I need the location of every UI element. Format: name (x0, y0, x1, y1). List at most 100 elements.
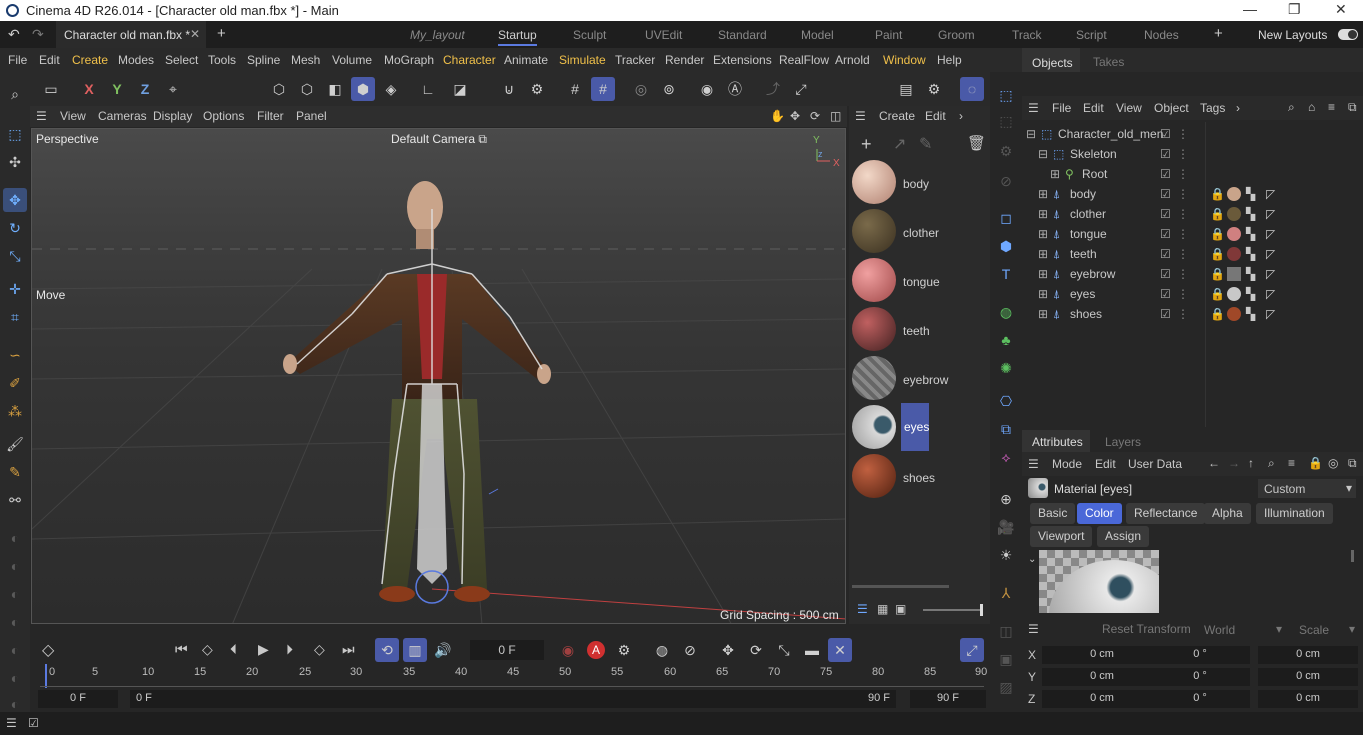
checker-tag-icon[interactable]: ▚ (1246, 267, 1255, 281)
lock-icon[interactable]: 🔒 (1210, 307, 1225, 321)
layout-tab[interactable]: Standard (718, 28, 767, 42)
close-tab-icon[interactable]: ✕ (190, 27, 200, 41)
texture-mode-icon[interactable]: ◈ (379, 77, 403, 101)
tree-row-eyes[interactable]: ⊞ ⍋ eyes ☑ ⋮ 🔒 ▚ ◸ (1022, 283, 1363, 303)
search-icon[interactable]: ⌕ (3, 82, 27, 106)
horizontal-scrollbar[interactable] (852, 585, 949, 588)
export-icon[interactable]: ⤢ (789, 77, 813, 101)
menu-mesh[interactable]: Mesh (291, 53, 320, 67)
tree-row-clother[interactable]: ⊞ ⍋ clother ☑ ⋮ 🔒 ▚ ◸ (1022, 203, 1363, 223)
tab-layers[interactable]: Layers (1105, 435, 1141, 449)
tab-illumination[interactable]: Illumination (1256, 503, 1333, 524)
uvw-tag-icon[interactable]: ◸ (1266, 227, 1275, 241)
menu-tools[interactable]: Tools (208, 53, 236, 67)
axis-mode-icon[interactable]: ∟ (416, 77, 440, 101)
key-pla-icon[interactable]: ✕ (828, 638, 852, 662)
menu-file[interactable]: File (8, 53, 27, 67)
menu-arnold[interactable]: Arnold (835, 53, 870, 67)
scene-icon[interactable]: ⧉ (995, 418, 1017, 440)
enable-snap-icon[interactable]: # (591, 77, 615, 101)
search-icon[interactable]: ⌕ (1288, 100, 1295, 115)
expand-icon[interactable]: ⊞ (1038, 267, 1048, 281)
new-window-icon[interactable]: ⧉ (1348, 100, 1357, 115)
maximize-icon[interactable]: ❐ (1288, 1, 1301, 18)
layout-tab[interactable]: UVEdit (645, 28, 682, 42)
objects-menu-view[interactable]: View (1116, 101, 1142, 115)
material-tag-icon[interactable] (1227, 187, 1241, 201)
brush-icon[interactable]: ✐ (3, 371, 27, 395)
viewport-menu-display[interactable]: Display (153, 109, 192, 123)
expand-icon[interactable]: ⊞ (1038, 287, 1048, 301)
viewport-menu-cameras[interactable]: Cameras (98, 109, 147, 123)
hamburger-icon[interactable]: ☰ (1028, 457, 1039, 471)
material-tag-icon[interactable] (1227, 247, 1241, 261)
redo-icon[interactable]: ↷ (32, 26, 44, 43)
add-layout-icon[interactable]: + (1214, 25, 1223, 42)
filter-icon[interactable]: ≡ (1288, 456, 1295, 470)
tab-takes[interactable]: Takes (1093, 55, 1124, 69)
lock-icon[interactable]: 🔒 (1210, 207, 1225, 221)
edges-mode-icon[interactable]: ⬡ (295, 77, 319, 101)
frame-ruler[interactable]: 0 5 10 15 20 25 30 35 40 45 50 55 60 65 … (30, 664, 990, 690)
tree-row-eyebrow[interactable]: ⊞ ⍋ eyebrow ☑ ⋮ 🔒 ▚ ◸ (1022, 263, 1363, 283)
check-icon[interactable]: ☑ (1160, 167, 1171, 181)
material-item-eyes[interactable]: eyes (849, 403, 990, 451)
text-tool-icon[interactable]: Ⓐ (723, 77, 747, 101)
layout-tab[interactable]: Sculpt (573, 28, 606, 42)
uvw-tag-icon[interactable]: ◸ (1266, 307, 1275, 321)
keyframe-diamond-icon[interactable]: ◇ (42, 640, 54, 660)
tree-row-root-joint[interactable]: ⊞ ⚲ Root ☑ ⋮ (1022, 163, 1363, 183)
pan-view-icon[interactable]: ✋ (770, 109, 785, 123)
material-tag-icon[interactable] (1227, 227, 1241, 241)
locked-workplane-icon[interactable]: ⊚ (657, 77, 681, 101)
live-select-icon[interactable]: ▭ (39, 77, 63, 101)
grid-view-icon[interactable]: ▦ (877, 602, 888, 616)
scale-tool-icon[interactable]: ⤡ (3, 244, 27, 268)
material-item-body[interactable]: body (849, 158, 990, 206)
visibility-dots-icon[interactable]: ⋮ (1177, 267, 1189, 281)
perspective-viewport[interactable]: Y X z Perspective Default Camera ⧉ Move … (31, 128, 846, 624)
position-field[interactable]: 0 cm (1042, 668, 1162, 686)
checker-tag-icon[interactable]: ▚ (1246, 247, 1255, 261)
sculpt-tool-icon[interactable]: ✎ (3, 460, 27, 484)
material-tag-icon[interactable] (1227, 267, 1241, 281)
chevron-right-icon[interactable]: › (1236, 101, 1240, 115)
key-rotation-icon[interactable]: ⊘ (678, 638, 702, 662)
interactive-render-icon[interactable]: ◌ (960, 77, 984, 101)
y-axis-button[interactable]: Y (105, 77, 129, 101)
layout-tab[interactable]: Model (801, 28, 834, 42)
status-check-icon[interactable]: ☑ (28, 716, 39, 730)
check-icon[interactable]: ☑ (1160, 147, 1171, 161)
close-icon[interactable]: ✕ (1335, 1, 1347, 18)
list-view-icon[interactable]: ☰ (857, 602, 868, 616)
vertical-scrollbar[interactable] (1351, 550, 1354, 562)
tree-row-body[interactable]: ⊞ ⍋ body ☑ ⋮ 🔒 ▚ ◸ (1022, 183, 1363, 203)
lock-icon[interactable]: 🔒 (1210, 227, 1225, 241)
axis-tool-icon[interactable]: ✣ (3, 150, 27, 174)
visibility-dots-icon[interactable]: ⋮ (1177, 147, 1189, 161)
objects-menu-object[interactable]: Object (1154, 101, 1189, 115)
layout-tab[interactable]: Nodes (1144, 28, 1179, 42)
next-frame-icon[interactable]: ⏵ (286, 641, 293, 658)
filter-icon[interactable]: ≡ (1328, 100, 1335, 114)
tree-row-root[interactable]: ⊟ ⬚ Character_old_men ☑ ⋮ (1022, 123, 1363, 143)
material-item-eyebrow[interactable]: eyebrow (849, 354, 990, 402)
check-icon[interactable]: ☑ (1160, 227, 1171, 241)
settings-gear-icon[interactable]: ⚙ (525, 77, 549, 101)
polygon-pen-icon[interactable]: ⁂ (3, 399, 27, 423)
uvw-tag-icon[interactable]: ◸ (1266, 267, 1275, 281)
hamburger-icon[interactable]: ☰ (36, 109, 47, 123)
visibility-dots-icon[interactable]: ⋮ (1177, 127, 1189, 141)
timeline-window-icon[interactable]: ⤢ (960, 638, 984, 662)
layout-tab[interactable]: Script (1076, 28, 1107, 42)
menu-mograph[interactable]: MoGraph (384, 53, 434, 67)
expand-icon[interactable]: ⊞ (1038, 227, 1048, 241)
visibility-dots-icon[interactable]: ⋮ (1177, 247, 1189, 261)
hamburger-icon[interactable]: ☰ (6, 716, 17, 730)
current-frame-field[interactable]: 0 F (470, 640, 544, 660)
add-tab-icon[interactable]: + (217, 25, 226, 42)
target-icon[interactable]: ◎ (1328, 456, 1338, 470)
viewport-menu-options[interactable]: Options (203, 109, 244, 123)
attr-menu-edit[interactable]: Edit (1095, 457, 1116, 471)
visibility-dots-icon[interactable]: ⋮ (1177, 167, 1189, 181)
